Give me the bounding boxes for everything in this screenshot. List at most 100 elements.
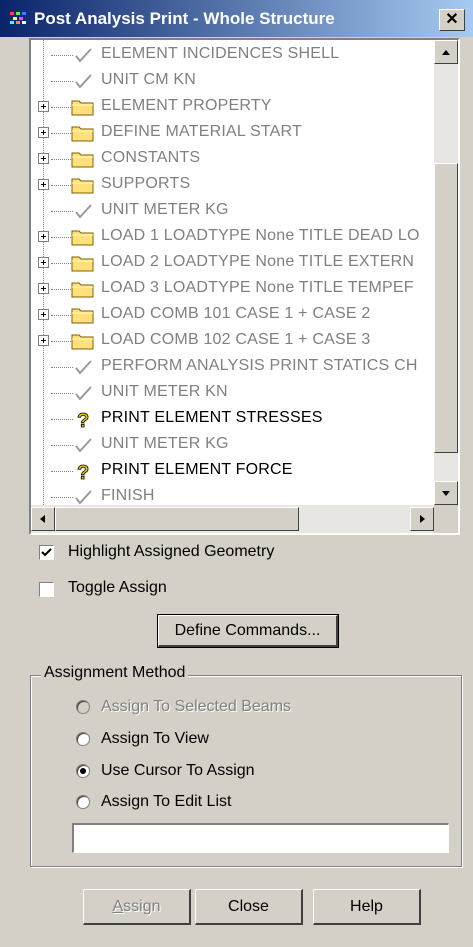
expand-icon[interactable] — [38, 101, 49, 112]
tree-item[interactable]: ELEMENT PROPERTY — [31, 94, 434, 120]
tree-item[interactable]: LOAD 3 LOADTYPE None TITLE TEMPEF — [31, 276, 434, 302]
tree-connector — [51, 419, 73, 420]
tree-item-label: UNIT METER KG — [101, 435, 229, 452]
tree-item-label: CONSTANTS — [101, 149, 201, 166]
check-icon — [71, 358, 95, 376]
define-commands-label: Define Commands... — [174, 622, 321, 639]
expand-icon[interactable] — [38, 335, 49, 346]
assignment-method-label: Assignment Method — [41, 664, 189, 682]
folder-icon — [71, 228, 95, 246]
tree-item-label: ELEMENT PROPERTY — [101, 97, 272, 114]
help-button[interactable]: Help — [313, 889, 421, 925]
folder-icon — [71, 254, 95, 272]
tree-item[interactable]: UNIT METER KN — [31, 380, 434, 406]
scrollbar-corner — [434, 505, 458, 533]
tree-item[interactable]: ? PRINT ELEMENT STRESSES — [31, 406, 434, 432]
tree-item[interactable]: UNIT METER KG — [31, 432, 434, 458]
assignment-radio[interactable] — [76, 764, 90, 778]
tree-item-label: LOAD 1 LOADTYPE None TITLE DEAD LO — [101, 227, 420, 244]
assignment-radio[interactable] — [76, 795, 90, 809]
check-icon — [71, 384, 95, 402]
tree-item-label: LOAD COMB 101 CASE 1 + CASE 2 — [101, 305, 371, 322]
tree-item[interactable]: DEFINE MATERIAL START — [31, 120, 434, 146]
tree-item[interactable]: LOAD COMB 101 CASE 1 + CASE 2 — [31, 302, 434, 328]
title-bar[interactable]: Post Analysis Print - Whole Structure ✕ — [0, 0, 473, 37]
expand-icon[interactable] — [38, 257, 49, 268]
assignment-radio-label: Assign To Edit List — [101, 793, 232, 810]
window-title: Post Analysis Print - Whole Structure — [34, 9, 335, 28]
expand-icon[interactable] — [38, 309, 49, 320]
tree-item[interactable]: LOAD 1 LOADTYPE None TITLE DEAD LO — [31, 224, 434, 250]
toggle-assign-label: Toggle Assign — [68, 579, 167, 596]
highlight-assigned-geometry-checkbox[interactable] — [39, 545, 54, 560]
tree-connector — [51, 289, 73, 290]
tree-connector — [51, 55, 73, 56]
tree-item-label: UNIT METER KG — [101, 201, 229, 218]
horizontal-scrollbar[interactable] — [31, 505, 434, 533]
tree-item-label: PERFORM ANALYSIS PRINT STATICS CH — [101, 357, 418, 374]
expand-icon[interactable] — [38, 231, 49, 242]
tree-item[interactable]: UNIT CM KN — [31, 68, 434, 94]
svg-text:?: ? — [77, 410, 89, 428]
tree-item[interactable]: ? PRINT ELEMENT FORCE — [31, 458, 434, 484]
app-icon — [10, 12, 26, 24]
folder-icon — [71, 98, 95, 116]
tree-connector — [51, 133, 73, 134]
close-button[interactable]: Close — [195, 889, 303, 925]
vertical-scrollbar[interactable] — [434, 40, 458, 505]
define-commands-button[interactable]: Define Commands... — [157, 614, 339, 648]
toggle-assign-checkbox[interactable] — [39, 582, 54, 597]
assignment-radio[interactable] — [76, 732, 90, 746]
tree-item[interactable]: UNIT METER KG — [31, 198, 434, 224]
assignment-radio-label: Assign To Selected Beams — [101, 698, 292, 715]
tree-connector — [51, 315, 73, 316]
scroll-left-button[interactable] — [31, 507, 55, 531]
question-icon: ? — [71, 410, 95, 433]
folder-icon — [71, 306, 95, 324]
tree-item-label: LOAD 2 LOADTYPE None TITLE EXTERN — [101, 253, 415, 270]
folder-icon — [71, 150, 95, 168]
tree-connector — [51, 497, 73, 498]
check-icon — [71, 72, 95, 90]
tree-item[interactable]: LOAD 2 LOADTYPE None TITLE EXTERN — [31, 250, 434, 276]
tree-connector — [51, 107, 73, 108]
folder-icon — [71, 124, 95, 142]
tree-item[interactable]: LOAD COMB 102 CASE 1 + CASE 3 — [31, 328, 434, 354]
tree-list: ELEMENT INCIDENCES SHELL UNIT CM KN ELEMEN… — [31, 40, 434, 505]
tree-item[interactable]: ELEMENT INCIDENCES SHELL — [31, 42, 434, 68]
horizontal-scrollbar-thumb[interactable] — [55, 507, 299, 531]
tree-item-label: PRINT ELEMENT STRESSES — [101, 409, 323, 426]
expand-icon[interactable] — [38, 153, 49, 164]
highlight-assigned-geometry-label: Highlight Assigned Geometry — [68, 543, 275, 560]
tree-item[interactable]: PERFORM ANALYSIS PRINT STATICS CH — [31, 354, 434, 380]
checkmark-icon — [41, 548, 52, 557]
command-tree[interactable]: ELEMENT INCIDENCES SHELL UNIT CM KN ELEMEN… — [29, 38, 460, 535]
scroll-down-button[interactable] — [434, 481, 458, 505]
close-window-button[interactable]: ✕ — [439, 9, 465, 31]
folder-icon — [71, 332, 95, 350]
check-icon — [71, 436, 95, 454]
post-analysis-print-dialog: Post Analysis Print - Whole Structure ✕ … — [0, 0, 473, 947]
tree-item-label: FINISH — [101, 487, 155, 504]
expand-icon[interactable] — [38, 179, 49, 190]
folder-icon — [71, 176, 95, 194]
expand-icon[interactable] — [38, 127, 49, 138]
expand-icon[interactable] — [38, 283, 49, 294]
tree-item[interactable]: FINISH — [31, 484, 434, 505]
assignment-radio-label: Use Cursor To Assign — [101, 762, 255, 779]
assign-button[interactable]: Assign — [83, 889, 191, 925]
tree-item[interactable]: CONSTANTS — [31, 146, 434, 172]
scrollbar-thumb[interactable] — [434, 163, 458, 453]
tree-item-label: LOAD 3 LOADTYPE None TITLE TEMPEF — [101, 279, 414, 296]
arrow-right-icon — [420, 515, 425, 523]
tree-connector — [51, 211, 73, 212]
scroll-up-button[interactable] — [434, 40, 458, 64]
edit-list-input[interactable] — [72, 823, 449, 853]
tree-connector — [51, 159, 73, 160]
tree-item[interactable]: SUPPORTS — [31, 172, 434, 198]
check-icon — [71, 46, 95, 64]
assignment-radio[interactable] — [76, 700, 90, 714]
tree-connector — [51, 81, 73, 82]
tree-connector — [51, 393, 73, 394]
scroll-right-button[interactable] — [410, 507, 434, 531]
